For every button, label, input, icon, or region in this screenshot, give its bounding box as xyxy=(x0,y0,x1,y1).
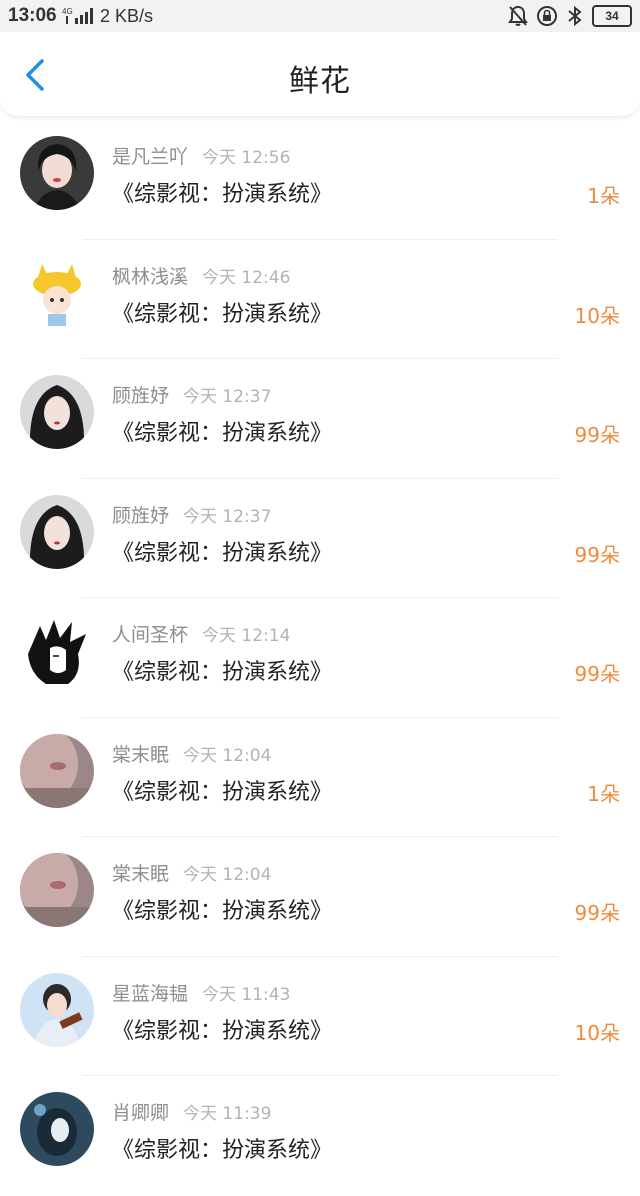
sender-name: 棠末眠 今天 12:04 xyxy=(112,859,271,886)
avatar[interactable] xyxy=(20,375,94,449)
status-time: 13:06 xyxy=(8,5,57,26)
list-item[interactable]: 顾旌妤 今天 12:37 《综影视：扮演系统》 99朵 xyxy=(0,479,640,598)
avatar[interactable] xyxy=(20,614,94,688)
sender-name: 肖卿卿 今天 11:39 xyxy=(112,1098,271,1125)
list-item[interactable]: 人间圣杯 今天 12:14 《综影视：扮演系统》 99朵 xyxy=(0,598,640,718)
list-item[interactable]: 枫林浅溪 今天 12:46 《综影视：扮演系统》 10朵 xyxy=(0,240,640,359)
network-speed: 2 KB/s xyxy=(100,6,154,26)
page-title: 鲜花 xyxy=(289,64,351,99)
send-time: 今天 12:46 xyxy=(202,267,291,288)
avatar[interactable] xyxy=(20,494,94,569)
avatar[interactable] xyxy=(20,733,94,808)
send-time: 今天 12:14 xyxy=(202,626,291,646)
book-title[interactable]: 《综影视：扮演系统》 xyxy=(112,535,332,567)
sender-name-text: 是凡兰吖 xyxy=(112,146,189,168)
avatar[interactable] xyxy=(20,853,94,927)
sender-name: 人间圣杯 今天 12:14 xyxy=(112,620,290,647)
sender-name: 顾旌妤 今天 12:37 xyxy=(112,501,271,528)
sender-name-text: 人间圣杯 xyxy=(112,624,189,646)
sender-name: 星蓝海韫 今天 11:43 xyxy=(112,979,290,1006)
avatar-5-image xyxy=(20,853,94,927)
sender-name: 顾旌妤 今天 12:37 xyxy=(112,381,271,408)
flower-count: 99朵 xyxy=(574,901,620,925)
list-item[interactable]: 肖卿卿 今天 11:39 《综影视：扮演系统》 xyxy=(0,1076,640,1196)
sender-name: 是凡兰吖 今天 12:56 xyxy=(112,142,290,169)
mobile-signal-icon: 4G xyxy=(62,7,93,24)
list-item[interactable]: 是凡兰吖 今天 12:56 《综影视：扮演系统》 1朵 xyxy=(0,120,640,240)
flower-count: 99朵 xyxy=(574,423,620,447)
book-title[interactable]: 《综影视：扮演系统》 xyxy=(112,774,332,806)
status-bar: 13:06 4G 2 KB/s 34 xyxy=(0,0,640,32)
book-title[interactable]: 《综影视：扮演系统》 xyxy=(112,1013,332,1045)
avatar-2-image xyxy=(20,255,94,330)
list-item[interactable]: 星蓝海韫 今天 11:43 《综影视：扮演系统》 10朵 xyxy=(0,957,640,1076)
book-title[interactable]: 《综影视：扮演系统》 xyxy=(112,176,332,208)
sender-name-text: 星蓝海韫 xyxy=(112,982,189,1005)
book-title[interactable]: 《综影视：扮演系统》 xyxy=(112,893,332,925)
flower-count: 10朵 xyxy=(574,1020,620,1045)
avatar-1-image xyxy=(20,136,94,210)
send-time: 今天 12:37 xyxy=(183,506,272,527)
battery-icon: 34 xyxy=(592,5,632,27)
avatar[interactable] xyxy=(20,1092,94,1166)
avatar-4-image xyxy=(20,614,94,688)
sender-name-text: 棠末眠 xyxy=(112,743,170,766)
send-time: 今天 12:37 xyxy=(183,387,272,407)
sender-name: 枫林浅溪 今天 12:46 xyxy=(112,262,290,289)
list-item[interactable]: 顾旌妤 今天 12:37 《综影视：扮演系统》 99朵 xyxy=(0,359,640,479)
avatar-5-image xyxy=(20,733,94,808)
bluetooth-icon xyxy=(568,5,582,27)
list-item[interactable]: 棠末眠 今天 12:04 《综影视：扮演系统》 99朵 xyxy=(0,837,640,957)
book-title[interactable]: 《综影视：扮演系统》 xyxy=(112,654,332,686)
sender-name: 棠末眠 今天 12:04 xyxy=(112,740,271,767)
flower-count: 99朵 xyxy=(574,542,620,567)
send-time: 今天 11:43 xyxy=(202,984,291,1005)
sender-name-text: 肖卿卿 xyxy=(112,1102,170,1124)
avatar-3-image xyxy=(20,494,94,569)
flower-count: 99朵 xyxy=(574,662,620,686)
book-title[interactable]: 《综影视：扮演系统》 xyxy=(112,1132,332,1164)
flower-list: 是凡兰吖 今天 12:56 《综影视：扮演系统》 1朵 枫林浅溪 今天 12:46 … xyxy=(0,120,640,1196)
net-type-label: 4G xyxy=(62,7,73,16)
status-icons: 34 xyxy=(508,4,632,28)
book-title[interactable]: 《综影视：扮演系统》 xyxy=(112,415,332,447)
flower-count: 10朵 xyxy=(574,303,620,328)
rotation-lock-icon xyxy=(537,6,557,26)
send-time: 今天 12:04 xyxy=(183,865,272,885)
avatar-7-image xyxy=(20,1092,94,1166)
sender-name-text: 顾旌妤 xyxy=(112,385,170,407)
send-time: 今天 12:04 xyxy=(183,745,272,766)
flower-count: 1朵 xyxy=(587,184,620,208)
sender-name-text: 枫林浅溪 xyxy=(112,265,189,288)
list-item[interactable]: 棠末眠 今天 12:04 《综影视：扮演系统》 1朵 xyxy=(0,718,640,837)
avatar[interactable] xyxy=(20,255,94,330)
avatar-3-image xyxy=(20,375,94,449)
send-time: 今天 11:39 xyxy=(183,1104,272,1124)
avatar[interactable] xyxy=(20,972,94,1047)
avatar-6-image xyxy=(20,972,94,1047)
sender-name-text: 棠末眠 xyxy=(112,863,170,885)
book-title[interactable]: 《综影视：扮演系统》 xyxy=(112,296,332,328)
bell-off-icon xyxy=(508,5,528,26)
flower-count: 1朵 xyxy=(587,781,620,806)
avatar[interactable] xyxy=(20,136,94,210)
send-time: 今天 12:56 xyxy=(202,148,291,168)
sender-name-text: 顾旌妤 xyxy=(112,504,170,527)
top-navigation: 鲜花 xyxy=(0,32,640,116)
